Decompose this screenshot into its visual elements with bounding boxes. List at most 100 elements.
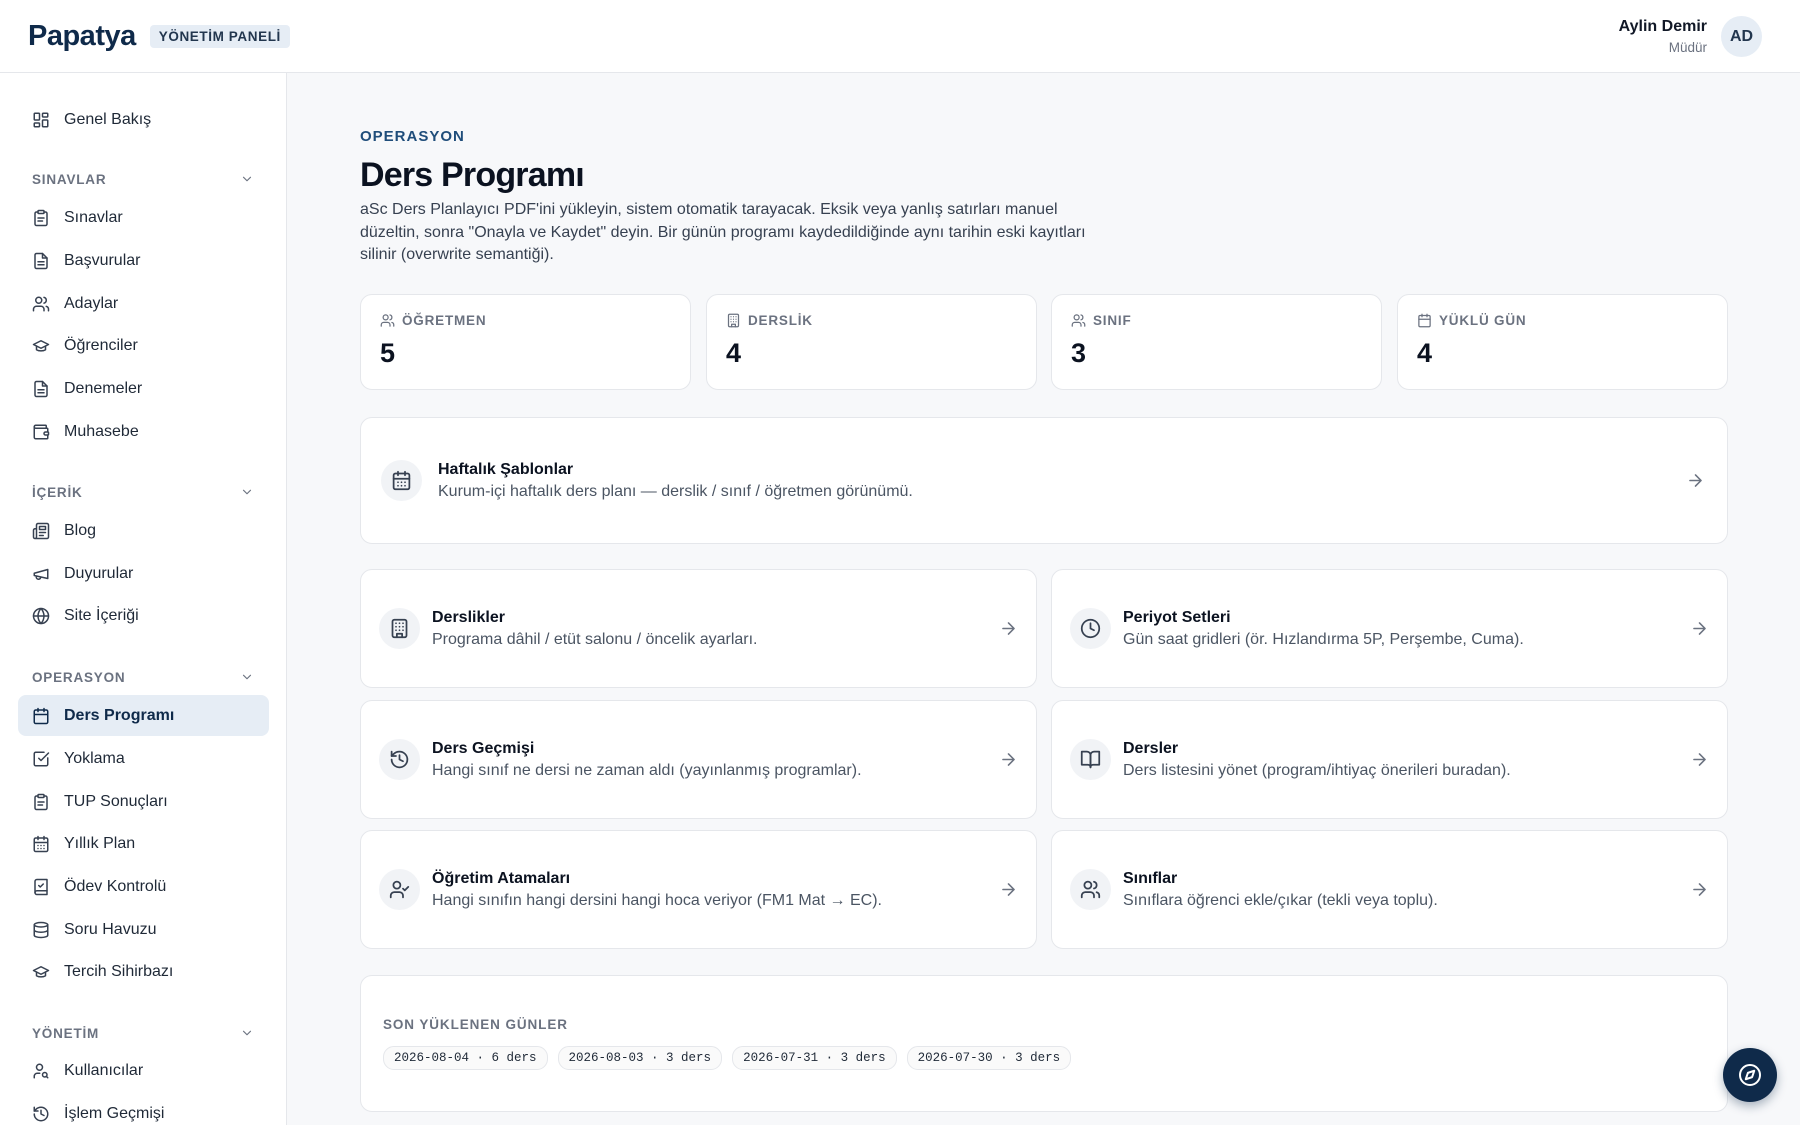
card-title: Sınıflar: [1123, 869, 1178, 887]
recent-day-chip[interactable]: 2026-08-03 · 3 ders: [557, 1046, 723, 1070]
card-title: Ders Geçmişi: [432, 739, 535, 757]
section-header-icerik[interactable]: İÇERİK: [32, 482, 254, 502]
building-icon: [389, 618, 410, 639]
user-menu[interactable]: Aylin Demir Müdür AD: [1619, 16, 1762, 57]
card-dersler[interactable]: Dersler Ders listesini yönet (program/iht…: [1051, 700, 1728, 819]
clipboard-icon: [32, 209, 50, 227]
sidebar-item-label: Başvurular: [64, 251, 141, 269]
file-text-icon: [32, 252, 50, 270]
sidebar-item-tup-sonuclari[interactable]: TUP Sonuçları: [18, 781, 269, 822]
avatar[interactable]: AD: [1721, 16, 1762, 57]
weekly-templates-card[interactable]: Haftalık Şablonlar Kurum-içi haftalık de…: [360, 417, 1728, 544]
section-title: İÇERİK: [32, 484, 83, 500]
section-header-operasyon[interactable]: OPERASYON: [32, 667, 254, 687]
section-header-yonetim[interactable]: YÖNETİM: [32, 1023, 254, 1043]
sidebar-item-denemeler[interactable]: Denemeler: [18, 368, 269, 409]
card-description: Kurum-içi haftalık ders planı — derslik …: [438, 482, 913, 500]
stat-card-ogretmen: ÖĞRETMEN 5: [360, 294, 691, 390]
admin-panel-badge: YÖNETİM PANELİ: [149, 24, 290, 48]
compass-fab-button[interactable]: [1723, 1048, 1777, 1102]
card-description: Hangi sınıfın hangi dersini hangi hoca v…: [432, 891, 882, 909]
section-title: SINAVLAR: [32, 171, 107, 187]
dashboard-grid-icon: [32, 111, 50, 129]
sidebar-item-label: Blog: [64, 521, 97, 539]
sidebar-item-label: Muhasebe: [64, 422, 139, 440]
history-icon: [32, 1105, 50, 1123]
sidebar-item-label: Ödev Kontrolü: [64, 877, 167, 895]
sidebar-item-sinavlar[interactable]: Sınavlar: [18, 197, 269, 238]
sidebar-item-ders-programi[interactable]: Ders Programı: [18, 695, 269, 736]
card-siniflar[interactable]: Sınıflar Sınıflara öğrenci ekle/çıkar (te…: [1051, 830, 1728, 949]
notebook-check-icon: [32, 878, 50, 896]
stat-card-derslik: DERSLİK 4: [706, 294, 1037, 390]
book-open-icon: [1080, 749, 1101, 770]
arrow-right-icon: [1690, 880, 1709, 899]
chevron-down-icon: [240, 670, 254, 684]
database-icon: [32, 921, 50, 939]
sidebar-item-label: İşlem Geçmişi: [64, 1104, 165, 1122]
sidebar-item-ogrenciler[interactable]: Öğrenciler: [18, 325, 269, 366]
sidebar-item-islem-gecmisi[interactable]: İşlem Geçmişi: [18, 1093, 269, 1125]
card-title: Haftalık Şablonlar: [438, 460, 574, 478]
sidebar-item-label: Tercih Sihirbazı: [64, 962, 174, 980]
arrow-right-icon: [1686, 471, 1705, 490]
arrow-right-icon: [999, 880, 1018, 899]
card-ders-gecmisi[interactable]: Ders Geçmişi Hangi sınıf ne dersi ne zama…: [360, 700, 1037, 819]
user-key-icon: [32, 1062, 50, 1080]
calendar-days-icon: [32, 835, 50, 853]
sidebar-item-label: Öğrenciler: [64, 336, 138, 354]
sidebar-item-label: Ders Programı: [64, 706, 175, 724]
recent-days-chips: 2026-08-04 · 6 ders 2026-08-03 · 3 ders …: [383, 1046, 1705, 1070]
recent-day-chip[interactable]: 2026-08-04 · 6 ders: [383, 1046, 548, 1070]
card-periyot-setleri[interactable]: Periyot Setleri Gün saat gridleri (ör. Hı…: [1051, 569, 1728, 688]
stat-label: SINIF: [1093, 313, 1132, 328]
stat-value: 5: [380, 338, 396, 368]
stat-label: DERSLİK: [748, 313, 813, 328]
history-icon: [389, 749, 410, 770]
users-icon: [1080, 879, 1101, 900]
card-description: Gün saat gridleri (ör. Hızlandırma 5P, P…: [1123, 630, 1524, 648]
sidebar: Genel Bakış SINAVLAR Sınavlar Başvurular…: [0, 73, 287, 1125]
clipboard-icon: [32, 793, 50, 811]
card-title: Derslikler: [432, 608, 505, 626]
sidebar-item-yillik-plan[interactable]: Yıllık Plan: [18, 823, 269, 864]
card-description: Sınıflara öğrenci ekle/çıkar (tekli veya…: [1123, 891, 1438, 909]
card-icon-wrap: [1070, 869, 1111, 910]
sidebar-item-label: Yoklama: [64, 749, 125, 767]
recent-day-chip[interactable]: 2026-07-31 · 3 ders: [732, 1046, 897, 1070]
sidebar-item-odev-kontrolu[interactable]: Ödev Kontrolü: [18, 866, 269, 907]
sidebar-item-duyurular[interactable]: Duyurular: [18, 553, 269, 594]
sidebar-item-adaylar[interactable]: Adaylar: [18, 283, 269, 324]
recent-days-panel: SON YÜKLENEN GÜNLER 2026-08-04 · 6 ders …: [360, 975, 1728, 1112]
section-header-sinavlar[interactable]: SINAVLAR: [32, 169, 254, 189]
sidebar-item-muhasebe[interactable]: Muhasebe: [18, 411, 269, 452]
sidebar-item-tercih-sihirbazi[interactable]: Tercih Sihirbazı: [18, 951, 269, 992]
megaphone-icon: [32, 565, 50, 583]
calendar-days-icon: [391, 470, 412, 491]
sidebar-item-label: TUP Sonuçları: [64, 792, 168, 810]
users-icon: [1071, 313, 1086, 328]
brand-logo[interactable]: Papatya: [28, 20, 136, 53]
card-derslikler[interactable]: Derslikler Programa dâhil / etüt salonu /…: [360, 569, 1037, 688]
stat-value: 3: [1071, 338, 1087, 368]
user-name: Aylin Demir: [1618, 18, 1707, 35]
card-title: Dersler: [1123, 739, 1179, 757]
card-ogretim-atamalari[interactable]: Öğretim Atamaları Hangi sınıfın hangi der…: [360, 830, 1037, 949]
sidebar-item-label: Yıllık Plan: [64, 834, 136, 852]
sidebar-item-blog[interactable]: Blog: [18, 510, 269, 551]
users-icon: [32, 295, 50, 313]
sidebar-item-kullanicilar[interactable]: Kullanıcılar: [18, 1050, 269, 1091]
sidebar-item-label: Duyurular: [64, 564, 134, 582]
sidebar-item-yoklama[interactable]: Yoklama: [18, 738, 269, 779]
clock-icon: [1080, 618, 1101, 639]
stat-label: YÜKLÜ GÜN: [1439, 313, 1527, 328]
sidebar-item-soru-havuzu[interactable]: Soru Havuzu: [18, 909, 269, 950]
chevron-down-icon: [240, 1026, 254, 1040]
card-icon-wrap: [1070, 739, 1111, 780]
card-icon-wrap: [379, 739, 420, 780]
sidebar-item-basvurular[interactable]: Başvurular: [18, 240, 269, 281]
sidebar-item-genel-bakis[interactable]: Genel Bakış: [18, 99, 269, 140]
recent-day-chip[interactable]: 2026-07-30 · 3 ders: [906, 1046, 1072, 1070]
newspaper-icon: [32, 522, 50, 540]
sidebar-item-site-icerigi[interactable]: Site İçeriği: [18, 595, 269, 636]
